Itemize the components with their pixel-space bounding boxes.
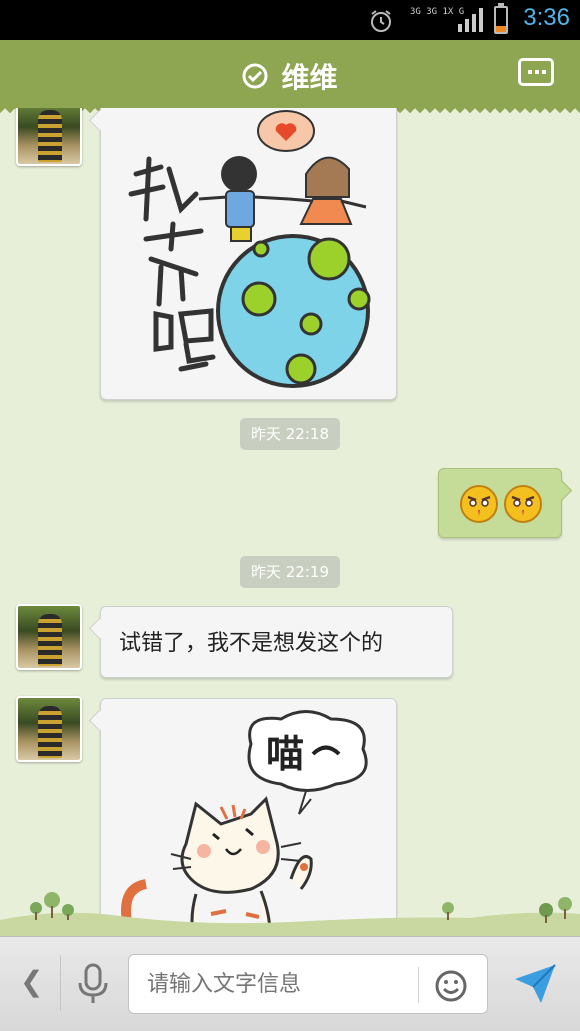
- message-input-bar: ❮: [0, 936, 580, 1031]
- send-icon[interactable]: [513, 963, 557, 1005]
- timestamp: 昨天 22:19: [240, 556, 340, 588]
- battery-icon: [494, 3, 508, 34]
- contact-avatar[interactable]: [16, 696, 82, 762]
- contact-avatar[interactable]: [16, 108, 82, 166]
- timestamp: 昨天 22:18: [240, 418, 340, 450]
- status-bar: 3G 3G 1X G 3:36: [0, 0, 580, 40]
- chat-title: 维维: [281, 61, 338, 94]
- outgoing-emoji-bubble[interactable]: [438, 468, 562, 538]
- alarm-icon: [371, 10, 391, 32]
- chat-header: 维维: [0, 40, 580, 114]
- angry-face-icon: [504, 485, 542, 523]
- status-time: 3:36: [523, 4, 570, 31]
- emoji-icon[interactable]: [434, 969, 468, 1003]
- message-list[interactable]: 昨天 22:18 昨天 22:19 试错了，我不是想发这个的 喵: [0, 108, 580, 936]
- microphone-icon[interactable]: [76, 963, 110, 1005]
- contact-avatar[interactable]: [16, 604, 82, 670]
- text-bubble[interactable]: 试错了，我不是想发这个的: [100, 606, 453, 678]
- angry-face-icon: [460, 485, 498, 523]
- back-chevron-icon[interactable]: ❮: [20, 965, 43, 998]
- sticker-elope-image: [128, 110, 371, 388]
- more-dots-icon: [528, 70, 532, 74]
- check-circle-icon: [242, 63, 268, 89]
- more-options-button[interactable]: [518, 58, 554, 86]
- message-text: 试错了，我不是想发这个的: [119, 631, 384, 656]
- decorative-hills: [0, 892, 580, 938]
- network-type-icon: 3G 3G 1X G: [410, 7, 465, 17]
- svg-text:喵: 喵: [266, 732, 304, 776]
- sticker-bubble[interactable]: [100, 108, 397, 400]
- signal-icon: [458, 8, 483, 32]
